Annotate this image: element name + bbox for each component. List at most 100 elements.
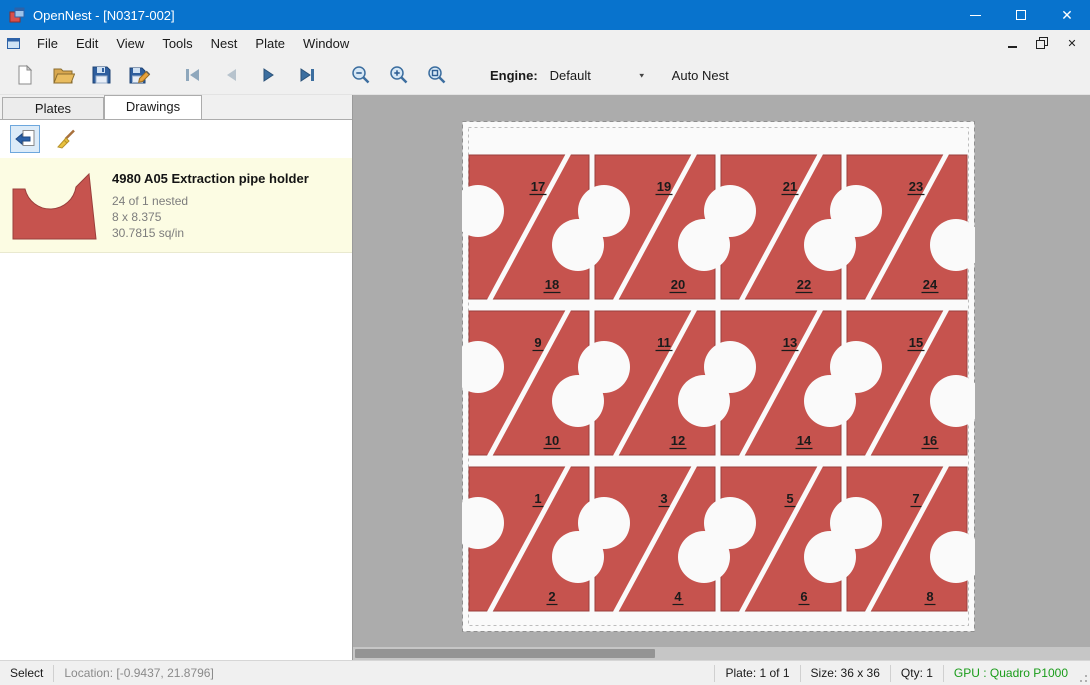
drawing-info: 4980 A05 Extraction pipe holder 24 of 1 … — [112, 167, 309, 241]
engine-select[interactable]: Default ▼ — [546, 63, 650, 87]
drawing-area: 30.7815 sq/in — [112, 225, 309, 241]
svg-text:17: 17 — [531, 179, 545, 194]
zoom-fit-button[interactable] — [418, 58, 456, 92]
svg-text:12: 12 — [671, 433, 685, 448]
minimize-icon — [970, 15, 981, 16]
drawing-nested-count: 24 of 1 nested — [112, 193, 309, 209]
open-folder-icon — [51, 63, 75, 87]
open-button[interactable] — [44, 58, 82, 92]
scrollbar-thumb[interactable] — [355, 649, 655, 658]
save-edit-icon — [127, 63, 151, 87]
engine-selected-value: Default — [550, 68, 591, 83]
clear-drawings-button[interactable] — [52, 125, 82, 153]
save-as-button[interactable] — [120, 58, 158, 92]
document-window-icon[interactable] — [6, 35, 22, 51]
svg-text:7: 7 — [912, 491, 919, 506]
drawing-title: 4980 A05 Extraction pipe holder — [112, 171, 309, 186]
last-plate-icon — [297, 65, 317, 85]
save-button[interactable] — [82, 58, 120, 92]
main-area: Plates Drawings — [0, 95, 1090, 660]
chevron-down-icon: ▼ — [638, 71, 646, 78]
svg-text:6: 6 — [800, 589, 807, 604]
nesting-canvas[interactable]: 171819202122232491011121314151612345678 — [352, 95, 1090, 660]
menu-bar: FileEditViewToolsNestPlateWindow ✕ — [0, 30, 1090, 56]
new-button[interactable] — [6, 58, 44, 92]
svg-text:15: 15 — [909, 335, 923, 350]
svg-text:3: 3 — [660, 491, 667, 506]
maximize-icon — [1016, 10, 1026, 20]
tab-drawings[interactable]: Drawings — [104, 95, 202, 119]
status-gpu: GPU : Quadro P1000 — [944, 661, 1078, 685]
maximize-button[interactable] — [998, 0, 1044, 30]
drawings-toolbar — [0, 120, 352, 158]
broom-icon — [56, 128, 78, 150]
title-bar: OpenNest - [N0317-002] ✕ — [0, 0, 1090, 30]
menu-item-nest[interactable]: Nest — [202, 32, 247, 55]
mdi-window-controls: ✕ — [1004, 35, 1090, 51]
status-size: Size: 36 x 36 — [801, 661, 890, 685]
plate: 171819202122232491011121314151612345678 — [462, 121, 975, 632]
minimize-button[interactable] — [952, 0, 998, 30]
auto-nest-button[interactable]: Auto Nest — [672, 68, 729, 83]
nav-last-button[interactable] — [288, 58, 326, 92]
window-title: OpenNest - [N0317-002] — [33, 8, 175, 23]
drawing-size: 8 x 8.375 — [112, 209, 309, 225]
svg-text:9: 9 — [534, 335, 541, 350]
engine-label: Engine: — [490, 68, 538, 83]
drawing-list-item[interactable]: 4980 A05 Extraction pipe holder 24 of 1 … — [0, 158, 352, 253]
tab-plates[interactable]: Plates — [2, 97, 104, 119]
svg-text:23: 23 — [909, 179, 923, 194]
svg-text:24: 24 — [923, 277, 938, 292]
status-bar: Select Location: [-0.9437, 21.8796] Plat… — [0, 660, 1090, 685]
svg-text:16: 16 — [923, 433, 937, 448]
horizontal-scrollbar[interactable] — [353, 647, 1090, 660]
main-toolbar: Engine: Default ▼ Auto Nest — [0, 56, 1090, 95]
zoom-in-button[interactable] — [380, 58, 418, 92]
mdi-close-button[interactable]: ✕ — [1064, 35, 1080, 51]
nav-next-button[interactable] — [250, 58, 288, 92]
close-icon: ✕ — [1061, 7, 1073, 24]
app-logo-icon — [9, 7, 25, 23]
blue-arrow-page-icon — [14, 128, 36, 150]
new-file-icon — [13, 63, 37, 87]
menu-item-edit[interactable]: Edit — [67, 32, 107, 55]
sidebar: Plates Drawings — [0, 95, 352, 660]
status-plate: Plate: 1 of 1 — [715, 661, 799, 685]
mdi-minimize-button[interactable] — [1004, 35, 1020, 51]
drawing-thumbnail — [10, 167, 98, 243]
svg-text:22: 22 — [797, 277, 811, 292]
svg-text:18: 18 — [545, 277, 559, 292]
nav-prev-button[interactable] — [212, 58, 250, 92]
svg-text:20: 20 — [671, 277, 685, 292]
mdi-restore-icon — [1036, 37, 1048, 49]
resize-grip[interactable] — [1078, 661, 1090, 685]
zoom-in-icon — [388, 64, 410, 86]
menu-item-file[interactable]: File — [28, 32, 67, 55]
next-plate-icon — [259, 65, 279, 85]
send-to-plate-button[interactable] — [10, 125, 40, 153]
save-icon — [89, 63, 113, 87]
first-plate-icon — [183, 65, 203, 85]
mdi-minimize-icon — [1008, 46, 1017, 48]
menu-items: FileEditViewToolsNestPlateWindow — [28, 32, 358, 55]
status-qty: Qty: 1 — [891, 661, 943, 685]
nav-first-button[interactable] — [174, 58, 212, 92]
svg-text:10: 10 — [545, 433, 559, 448]
menu-item-view[interactable]: View — [107, 32, 153, 55]
status-mode: Select — [0, 661, 53, 685]
zoom-out-button[interactable] — [342, 58, 380, 92]
menu-item-plate[interactable]: Plate — [246, 32, 294, 55]
menu-item-window[interactable]: Window — [294, 32, 358, 55]
drawings-panel: 4980 A05 Extraction pipe holder 24 of 1 … — [0, 119, 352, 660]
svg-text:4: 4 — [674, 589, 682, 604]
svg-text:8: 8 — [926, 589, 933, 604]
menu-item-tools[interactable]: Tools — [153, 32, 201, 55]
previous-plate-icon — [221, 65, 241, 85]
sidebar-tabstrip: Plates Drawings — [0, 95, 352, 119]
svg-text:11: 11 — [657, 335, 671, 350]
svg-text:2: 2 — [548, 589, 555, 604]
window-controls: ✕ — [952, 0, 1090, 30]
close-button[interactable]: ✕ — [1044, 0, 1090, 30]
mdi-restore-button[interactable] — [1034, 35, 1050, 51]
zoom-fit-icon — [426, 64, 448, 86]
